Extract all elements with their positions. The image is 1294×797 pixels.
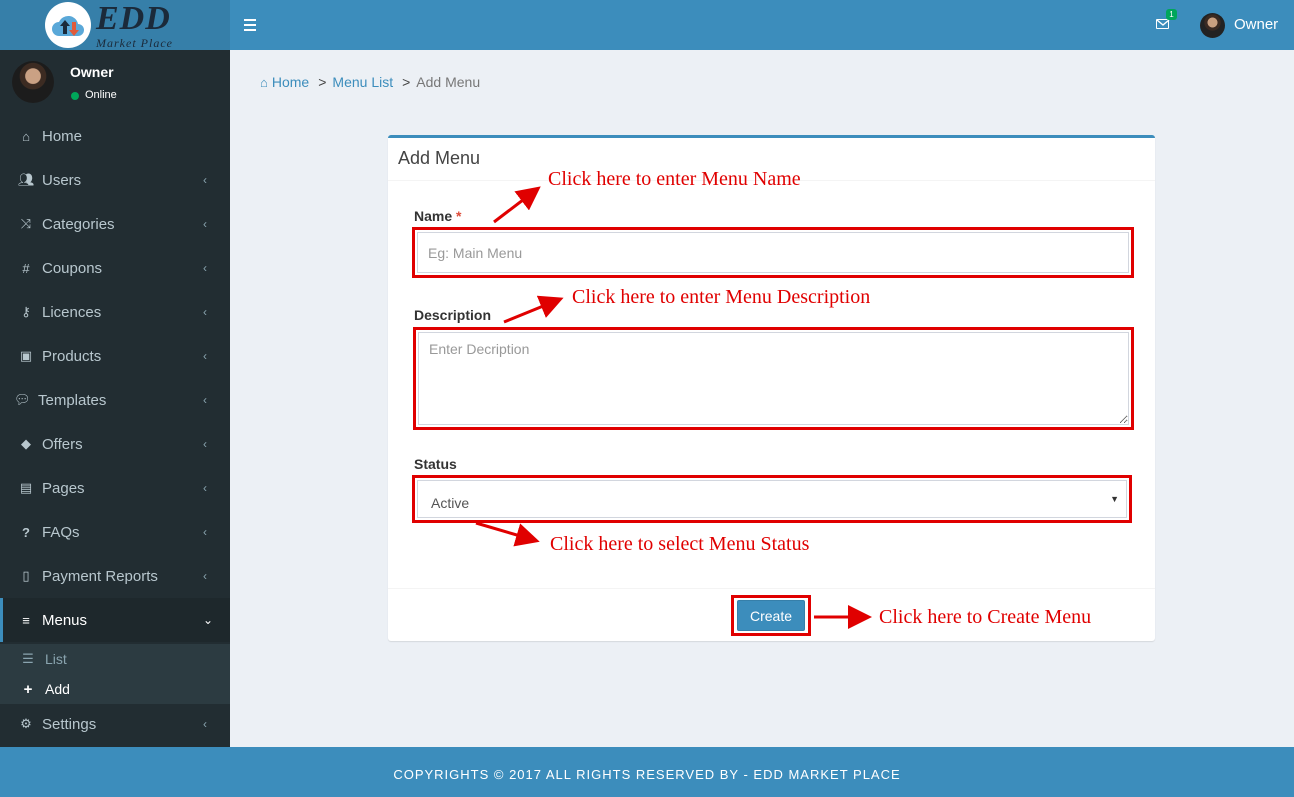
sidebar-item-faqs[interactable]: ? FAQs ‹ (0, 510, 230, 554)
sidebar-item-licences[interactable]: ⚷ Licences ‹ (0, 290, 230, 334)
chevron-left-icon: ‹ (203, 525, 207, 539)
brand-logo[interactable]: EDD Market Place (0, 0, 230, 50)
brand-subtitle: Market Place (96, 36, 173, 50)
sidebar-toggle-icon[interactable] (244, 15, 258, 35)
submenu-item-list[interactable]: ☰ List (0, 644, 230, 674)
breadcrumb: ⌂ Home > Menu List > Add Menu (260, 74, 481, 90)
chevron-left-icon: ‹ (203, 437, 207, 451)
user-menu-name[interactable]: Owner (1234, 16, 1278, 33)
annotation-create: Click here to Create Menu (879, 606, 1092, 628)
sidebar: Owner Online ⌂ Home 👥︎ Users ‹ ⤨ Categor… (0, 50, 230, 747)
menu-description-textarea[interactable] (418, 332, 1129, 425)
footer-copyright: COPYRIGHTS © 2017 ALL RIGHTS RESERVED BY… (393, 767, 901, 782)
hashtag-icon: # (22, 260, 30, 276)
home-icon: ⌂ (22, 128, 30, 144)
sidebar-item-menus[interactable]: ≡ Menus ⌄ (0, 598, 230, 642)
bars-icon: ≡ (22, 612, 30, 628)
card-title: Add Menu (398, 148, 481, 168)
top-navbar: 1 Owner (230, 0, 1294, 50)
chevron-left-icon: ‹ (203, 261, 207, 275)
caret-down-icon: ▼ (1110, 494, 1119, 504)
file-icon: ▯ (22, 568, 30, 583)
list-icon: ☰ (22, 651, 34, 666)
status-field-highlight: Active ▼ (412, 475, 1132, 523)
sidebar-item-offers[interactable]: ◆ Offers ‹ (0, 422, 230, 466)
add-menu-card: Add Menu Name * Description Status Activ… (388, 135, 1155, 641)
create-button[interactable]: Create (737, 600, 805, 631)
sidebar-item-categories[interactable]: ⤨ Categories ‹ (0, 202, 230, 246)
chevron-left-icon: ‹ (203, 569, 207, 583)
chevron-left-icon: ‹ (203, 717, 207, 731)
users-icon: 👥︎ (18, 172, 35, 187)
plus-icon: + (23, 680, 33, 698)
name-field-highlight (412, 227, 1134, 278)
status-selected-value: Active (431, 495, 470, 511)
brand-title: EDD (96, 0, 171, 37)
sidebar-item-coupons[interactable]: # Coupons ‹ (0, 246, 230, 290)
online-status-icon (71, 92, 79, 100)
chevron-left-icon: ‹ (203, 217, 207, 231)
chevron-left-icon: ‹ (203, 349, 207, 363)
shuffle-icon: ⤨ (20, 216, 32, 231)
footer: COPYRIGHTS © 2017 ALL RIGHTS RESERVED BY… (0, 747, 1294, 797)
sidebar-user-status: Online (85, 89, 117, 101)
name-label: Name * (414, 208, 462, 224)
sidebar-user-name: Owner (70, 64, 114, 80)
chevron-left-icon: ‹ (203, 173, 207, 187)
breadcrumb-menu-list-link[interactable]: Menu List (332, 74, 393, 90)
sidebar-item-templates[interactable]: 💬︎ Templates ‹ (0, 378, 230, 422)
status-label: Status (414, 456, 457, 472)
comments-icon: 💬︎ (14, 392, 31, 407)
chevron-left-icon: ‹ (203, 393, 207, 407)
required-mark: * (456, 208, 462, 224)
shopping-bag-icon: ▣ (19, 348, 33, 363)
notification-badge: 1 (1166, 9, 1177, 20)
sidebar-item-products[interactable]: ▣ Products ‹ (0, 334, 230, 378)
submenu-item-add[interactable]: + Add (0, 674, 230, 704)
sidebar-item-pages[interactable]: ▤ Pages ‹ (0, 466, 230, 510)
sidebar-item-payment-reports[interactable]: ▯ Payment Reports ‹ (0, 554, 230, 598)
cloud-upload-icon (45, 2, 91, 48)
tags-icon: ◆ (21, 436, 31, 451)
sidebar-item-users[interactable]: 👥︎ Users ‹ (0, 158, 230, 202)
menu-status-select[interactable]: Active ▼ (417, 480, 1127, 518)
question-icon: ? (22, 524, 30, 540)
annotation-status: Click here to select Menu Status (550, 533, 810, 555)
sidebar-item-settings[interactable]: ⚙ Settings ‹ (0, 702, 230, 746)
avatar (12, 61, 54, 103)
menus-submenu: ☰ List + Add (0, 644, 230, 704)
user-panel: Owner Online (0, 50, 230, 116)
user-avatar[interactable] (1200, 13, 1225, 38)
home-icon: ⌂ (260, 74, 268, 90)
file-text-icon: ▤ (19, 480, 33, 495)
chevron-down-icon: ⌄ (203, 613, 214, 627)
cog-icon: ⚙ (20, 716, 32, 731)
sidebar-item-home[interactable]: ⌂ Home (0, 114, 230, 158)
description-label: Description (414, 307, 492, 323)
menu-name-input[interactable] (417, 232, 1129, 273)
annotation-description: Click here to enter Menu Description (572, 286, 871, 308)
chevron-left-icon: ‹ (203, 305, 207, 319)
chevron-left-icon: ‹ (203, 481, 207, 495)
breadcrumb-home-link[interactable]: Home (272, 74, 309, 90)
annotation-name: Click here to enter Menu Name (548, 168, 801, 190)
description-field-highlight (413, 327, 1134, 430)
key-icon: ⚷ (21, 304, 31, 319)
breadcrumb-current: Add Menu (416, 74, 481, 90)
